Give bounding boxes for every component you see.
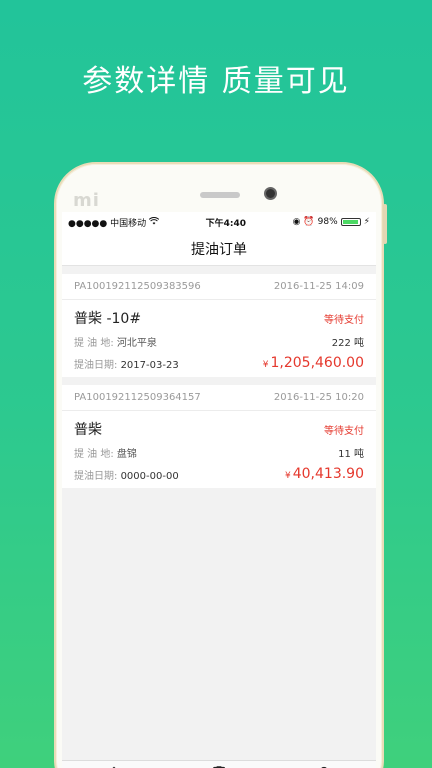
- date-label: 提油日期:: [74, 359, 118, 371]
- app-screen: ●●●●● 中国移动 下午4:40 ◉ ⏰ 98% ⚡ 提油订单 PA10019…: [62, 212, 376, 768]
- order-quantity: 222 吨: [331, 338, 364, 349]
- order-status: 等待支付: [324, 314, 364, 326]
- order-location: 盘锦: [116, 449, 137, 460]
- date-label: 提油日期:: [74, 470, 118, 482]
- status-bar: ●●●●● 中国移动 下午4:40 ◉ ⏰ 98% ⚡: [62, 212, 376, 232]
- order-product: 普柴 -10#: [74, 311, 142, 327]
- order-id: PA100192112509383596: [74, 281, 201, 292]
- order-date: 0000-00-00: [120, 470, 179, 482]
- currency-symbol: ¥: [285, 471, 291, 481]
- phone-frame: mi ●●●●● 中国移动 下午4:40 ◉ ⏰ 98% ⚡ 提油订单 PA10…: [54, 162, 387, 768]
- nav-bar: 提油订单: [62, 232, 376, 266]
- status-time: 下午4:40: [205, 218, 247, 229]
- location-label: 提 油 地:: [74, 449, 114, 460]
- order-amount-value: 1,205,460.00: [270, 355, 364, 371]
- alarm-icon: ⏰: [303, 217, 315, 227]
- order-id: PA100192112509364157: [74, 392, 201, 403]
- headline: 参数详情 质量可见: [82, 64, 350, 99]
- order-header: PA100192112509383596 2016-11-25 14:09: [62, 274, 376, 300]
- currency-symbol: ¥: [262, 360, 269, 370]
- order-quantity: 11 吨: [338, 449, 364, 460]
- order-amount-value: 40,413.90: [292, 466, 364, 482]
- tab-bar: 首页 订单 我的: [62, 760, 376, 768]
- tab-mine[interactable]: 我的: [271, 761, 376, 768]
- phone-brand-logo: mi: [73, 190, 100, 211]
- order-body: 普柴 等待支付 提 油 地: 盘锦 11 吨 提油日期: 0000-00-00 …: [62, 411, 376, 488]
- battery-icon: [340, 218, 361, 226]
- lock-rotation-icon: ◉: [292, 217, 301, 227]
- phone-camera: [264, 187, 277, 200]
- wifi-icon: [148, 216, 160, 228]
- order-status: 等待支付: [324, 425, 364, 437]
- order-datetime: 2016-11-25 14:09: [273, 281, 364, 292]
- order-product: 普柴: [74, 422, 102, 438]
- page-title: 提油订单: [191, 241, 247, 258]
- carrier-text: ●●●●● 中国移动: [68, 218, 147, 229]
- order-location: 河北平泉: [116, 338, 157, 349]
- phone-speaker: [200, 192, 240, 198]
- charging-icon: ⚡: [363, 217, 370, 227]
- order-date: 2017-03-23: [120, 359, 179, 371]
- order-amount: ¥1,205,460.00: [263, 355, 364, 371]
- order-card[interactable]: PA100192112509383596 2016-11-25 14:09 普柴…: [62, 274, 376, 377]
- battery-percent: 98%: [317, 217, 338, 227]
- order-list: PA100192112509383596 2016-11-25 14:09 普柴…: [62, 266, 376, 488]
- tab-orders[interactable]: 订单: [167, 761, 272, 768]
- order-body: 普柴 -10# 等待支付 提 油 地: 河北平泉 222 吨 提油日期: 201…: [62, 300, 376, 377]
- phone-side-button: [383, 204, 387, 244]
- tab-home[interactable]: 首页: [62, 761, 167, 768]
- order-card[interactable]: PA100192112509364157 2016-11-25 10:20 普柴…: [62, 385, 376, 488]
- order-datetime: 2016-11-25 10:20: [273, 392, 364, 403]
- order-amount: ¥40,413.90: [285, 466, 364, 482]
- order-header: PA100192112509364157 2016-11-25 10:20: [62, 385, 376, 411]
- location-label: 提 油 地:: [74, 338, 114, 349]
